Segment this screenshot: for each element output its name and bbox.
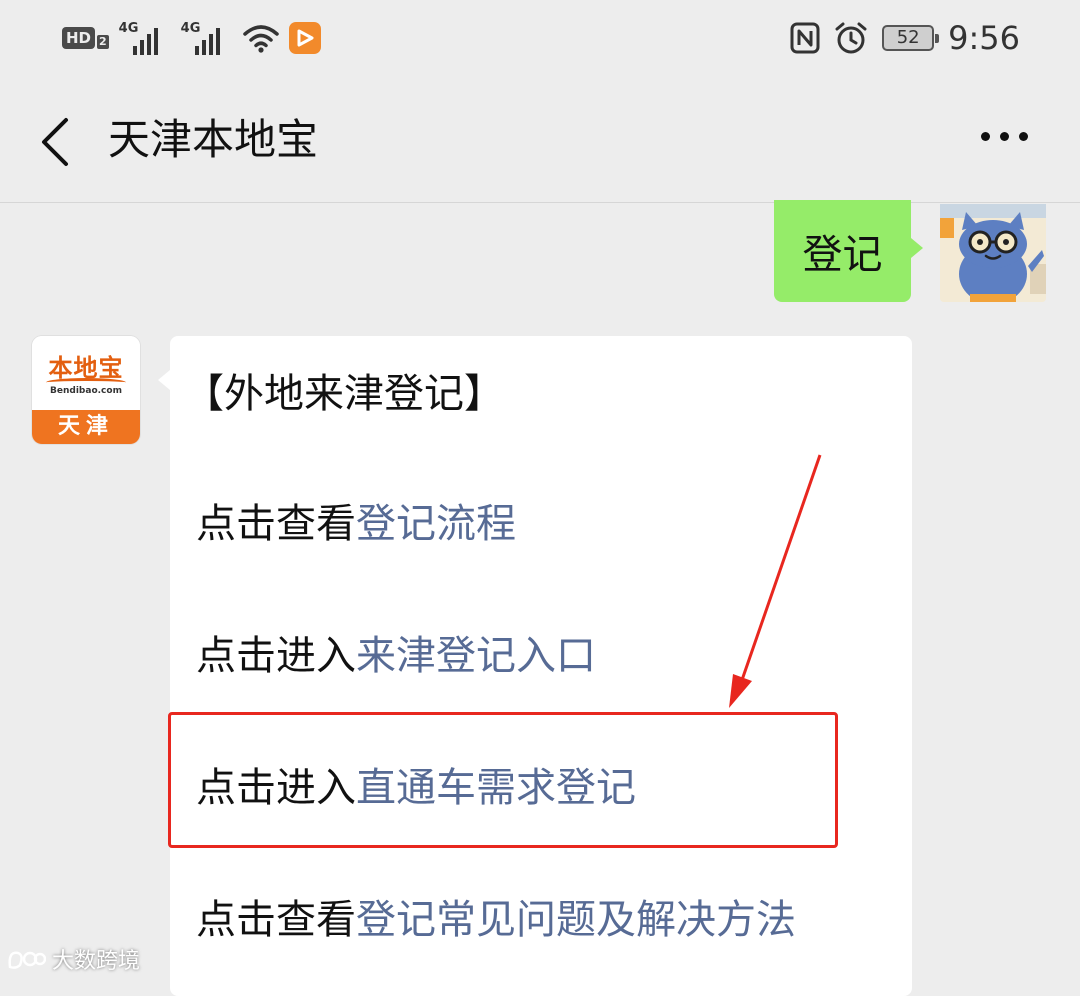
- my-message-bubble[interactable]: 登记: [774, 200, 923, 302]
- account-avatar[interactable]: 本地宝 Bendibao.com 天津: [32, 336, 140, 444]
- status-bar: HD 2 4G 4G 52 9:56: [0, 0, 1080, 76]
- watermark: 大数跨境: [6, 944, 140, 974]
- hd-sub-label: 2: [97, 35, 109, 49]
- line-prefix: 点击进入: [196, 633, 356, 679]
- status-time: 9:56: [948, 19, 1020, 57]
- watermark-logo-icon: [8, 951, 46, 969]
- list-item: 点击查看登记常见问题及解决方法: [196, 892, 796, 948]
- hd-label: HD: [62, 27, 96, 49]
- list-item: 点击查看登记流程: [196, 496, 516, 552]
- line-prefix: 点击查看: [196, 501, 356, 547]
- cat-avatar-icon: [940, 204, 1046, 302]
- link-faq[interactable]: 登记常见问题及解决方法: [356, 897, 796, 943]
- chevron-left-icon[interactable]: [36, 116, 76, 168]
- watermark-text: 大数跨境: [52, 949, 141, 974]
- line-prefix: 点击查看: [196, 897, 356, 943]
- page-title: 天津本地宝: [108, 115, 319, 164]
- list-item: 点击进入来津登记入口: [196, 628, 596, 684]
- link-registration-process[interactable]: 登记流程: [356, 501, 516, 547]
- highlight-box: [168, 712, 838, 848]
- more-dots-icon[interactable]: [981, 132, 1028, 141]
- signal-icon: 4G: [181, 21, 233, 55]
- signal-icon: 4G: [119, 21, 171, 55]
- avatar[interactable]: [940, 204, 1046, 302]
- message-heading: 【外地来津登记】: [184, 371, 504, 417]
- video-app-icon: [288, 22, 321, 54]
- battery-level: 52: [896, 27, 920, 48]
- my-message-text: 登记: [802, 232, 883, 278]
- nfc-icon: [790, 22, 820, 54]
- link-registration-entry[interactable]: 来津登记入口: [356, 633, 596, 679]
- bot-message-bubble: 【外地来津登记】 点击查看登记流程 点击进入来津登记入口 点击进入直通车需求登记…: [158, 336, 912, 996]
- alarm-icon: [835, 22, 867, 54]
- avatar-city-text: 天津: [32, 410, 140, 444]
- avatar-url-text: Bendibao.com: [50, 386, 122, 396]
- hd-voice-icon: HD 2: [62, 27, 109, 49]
- chat-header: 天津本地宝: [0, 82, 1080, 203]
- battery-icon: 52: [882, 25, 940, 51]
- wifi-icon: [242, 25, 279, 53]
